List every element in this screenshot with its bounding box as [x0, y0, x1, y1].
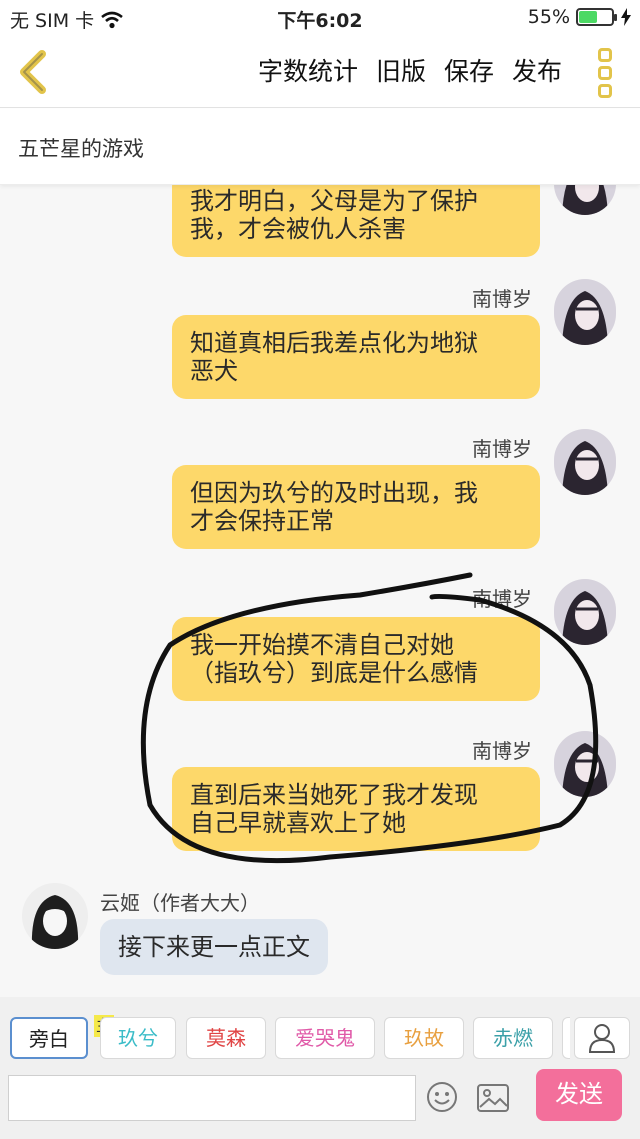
speaker-name: 南博岁	[472, 287, 532, 311]
message-bubble[interactable]: 接下来更一点正文	[100, 919, 328, 975]
role-label: 玖故	[404, 1026, 444, 1050]
add-role-button[interactable]	[574, 1017, 630, 1059]
speaker-name: 云姬（作者大大）	[100, 891, 260, 915]
message-line: 恶犬	[190, 357, 238, 385]
speaker-name: 南博岁	[472, 587, 532, 611]
message-line: 直到后来当她死了我才发现	[190, 781, 478, 809]
story-title[interactable]: 五芒星的游戏	[18, 133, 144, 163]
battery-level	[579, 11, 597, 23]
send-button[interactable]: 发送	[536, 1069, 622, 1121]
avatar[interactable]	[554, 731, 616, 797]
emoji-button[interactable]	[426, 1081, 458, 1113]
user-icon	[588, 1024, 616, 1053]
chat-area[interactable]: 我才明白，父母是为了保护 我，才会被仇人杀害 南博岁 知道真相后我差点化为地狱 …	[0, 185, 640, 997]
avatar[interactable]	[554, 185, 616, 215]
message-line: 才会保持正常	[190, 507, 334, 535]
message-line: 我一开始摸不清自己对她	[190, 631, 454, 659]
role-label: 旁白	[29, 1027, 69, 1051]
message-bubble[interactable]: 直到后来当她死了我才发现 自己早就喜欢上了她	[172, 767, 540, 851]
emoji-icon	[427, 1082, 457, 1112]
role-selector: 旁白 主 玖兮 莫森 爱哭鬼 玖故 赤燃	[0, 1015, 640, 1063]
message-line: （指玖兮）到底是什么感情	[190, 659, 478, 687]
message-input[interactable]	[8, 1075, 416, 1121]
role-chiran[interactable]: 赤燃	[473, 1017, 553, 1059]
nav-actions: 字数统计 旧版 保存 发布	[258, 52, 562, 88]
role-label: 爱哭鬼	[295, 1026, 355, 1050]
old-version-button[interactable]: 旧版	[376, 52, 426, 88]
message-bubble[interactable]: 我一开始摸不清自己对她 （指玖兮）到底是什么感情	[172, 617, 540, 701]
image-button[interactable]	[476, 1083, 510, 1113]
message-bubble[interactable]: 知道真相后我差点化为地狱 恶犬	[172, 315, 540, 399]
status-bar: 无 SIM 卡 下午6:02 55%	[0, 0, 640, 36]
word-count-button[interactable]: 字数统计	[258, 52, 358, 88]
avatar[interactable]	[554, 579, 616, 645]
story-title-bar: 五芒星的游戏	[0, 109, 640, 185]
charging-icon	[621, 8, 631, 26]
message-line: 但因为玖兮的及时出现，我	[190, 479, 478, 507]
role-jiugu[interactable]: 玖故	[384, 1017, 464, 1059]
role-partial[interactable]	[562, 1017, 570, 1059]
more-dot	[598, 66, 612, 80]
hand-drawn-circle-annotation	[140, 572, 599, 864]
message-line: 知道真相后我差点化为地狱	[190, 329, 478, 357]
battery-icon	[576, 8, 617, 26]
publish-button[interactable]: 发布	[512, 52, 562, 88]
image-icon	[477, 1084, 509, 1112]
speaker-name: 南博岁	[472, 437, 532, 461]
role-label: 赤燃	[493, 1026, 533, 1050]
speaker-name: 南博岁	[472, 739, 532, 763]
role-label: 莫森	[206, 1026, 246, 1050]
message-line: 我，才会被仇人杀害	[190, 215, 406, 243]
composer-panel: 旁白 主 玖兮 莫森 爱哭鬼 玖故 赤燃	[0, 997, 640, 1139]
role-mosen[interactable]: 莫森	[186, 1017, 266, 1059]
more-vertical-icon[interactable]	[590, 48, 620, 98]
avatar[interactable]	[22, 883, 88, 949]
message-line: 我才明白，父母是为了保护	[190, 187, 478, 215]
message-bubble[interactable]: 我才明白，父母是为了保护 我，才会被仇人杀害	[172, 185, 540, 257]
role-aikugui[interactable]: 爱哭鬼	[275, 1017, 375, 1059]
more-dot	[598, 48, 612, 62]
more-dot	[598, 84, 612, 98]
nav-bar: 字数统计 旧版 保存 发布	[0, 36, 640, 108]
avatar[interactable]	[554, 429, 616, 495]
message-line: 自己早就喜欢上了她	[190, 809, 406, 837]
back-button[interactable]	[12, 48, 56, 96]
save-button[interactable]: 保存	[444, 52, 494, 88]
chevron-left-icon	[20, 50, 46, 94]
battery-percent: 55%	[527, 6, 570, 28]
avatar[interactable]	[554, 279, 616, 345]
role-jiuxi[interactable]: 玖兮	[100, 1017, 176, 1059]
message-line: 接下来更一点正文	[118, 933, 310, 961]
role-label: 玖兮	[118, 1026, 158, 1050]
message-bubble[interactable]: 但因为玖兮的及时出现，我 才会保持正常	[172, 465, 540, 549]
status-right: 55%	[528, 6, 632, 28]
role-narrator[interactable]: 旁白	[10, 1017, 88, 1059]
